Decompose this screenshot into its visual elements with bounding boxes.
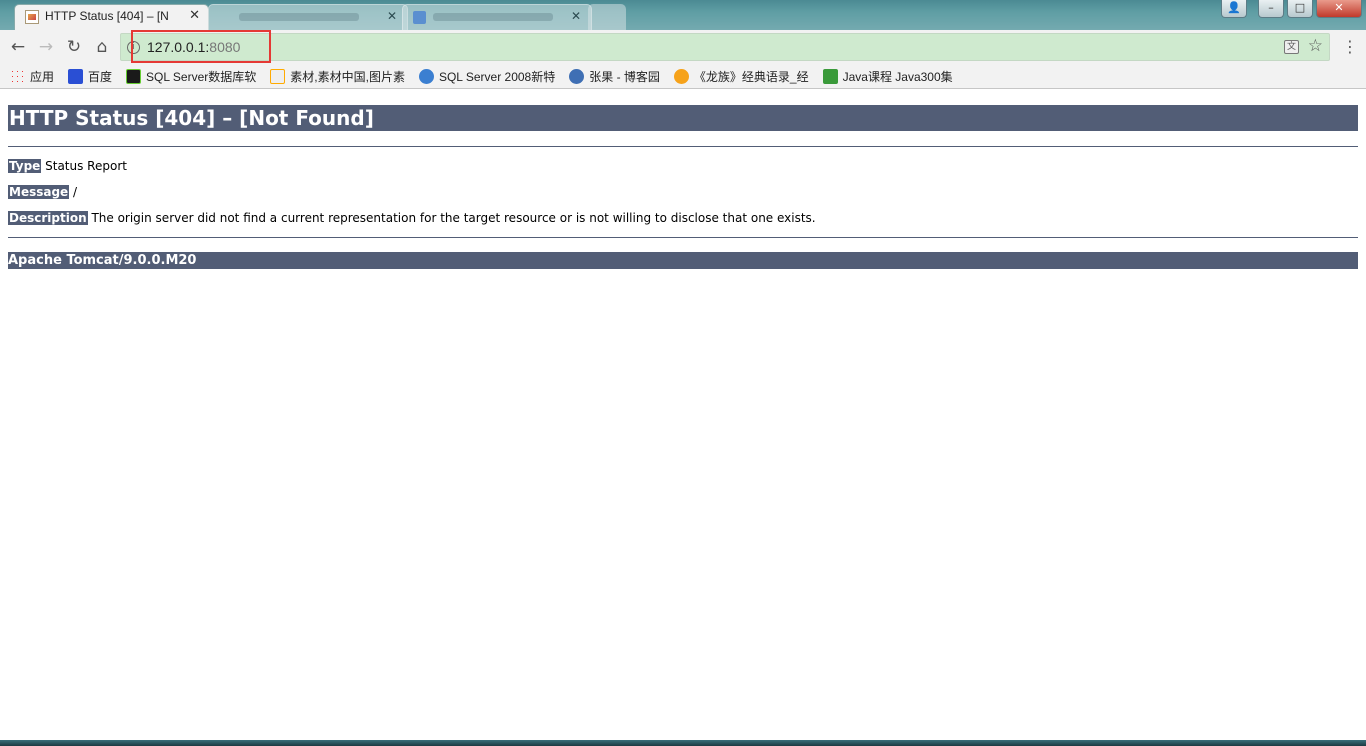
user-profile-icon[interactable]: 👤 bbox=[1221, 0, 1247, 18]
bookmark-longzu[interactable]: 《龙族》经典语录_经 bbox=[673, 65, 809, 87]
minimize-button[interactable]: – bbox=[1258, 0, 1284, 18]
tab-close-icon[interactable]: ✕ bbox=[189, 8, 200, 23]
longzu-icon bbox=[673, 68, 689, 84]
tab-background-2[interactable]: ✕ bbox=[402, 4, 592, 30]
annotation-highlight-box bbox=[131, 30, 271, 63]
title-bar: HTTP Status [404] – [N ✕ ✕ ✕ 👤 – □ ✕ bbox=[0, 0, 1366, 30]
back-arrow-icon[interactable]: ← bbox=[7, 36, 29, 58]
bookmark-sucai[interactable]: 素材,素材中国,图片素 bbox=[270, 65, 405, 87]
sucai-icon bbox=[270, 68, 286, 84]
bookmark-java[interactable]: Java课程 Java300集 bbox=[822, 65, 953, 87]
bookmark-apps[interactable]: 应用 bbox=[10, 65, 54, 87]
forward-arrow-icon[interactable]: → bbox=[35, 36, 57, 58]
browser-menu-icon[interactable]: ⋮ bbox=[1342, 37, 1358, 57]
cnblogs-icon bbox=[569, 68, 585, 84]
bookmarks-bar: 应用 百度 SQL Server数据库软 素材,素材中国,图片素 SQL Ser… bbox=[0, 64, 1366, 89]
bookmark-star-icon[interactable]: ☆ bbox=[1308, 36, 1323, 56]
description-label: Description bbox=[8, 211, 88, 225]
apps-icon bbox=[10, 68, 25, 84]
bookmark-label: Java课程 Java300集 bbox=[842, 69, 953, 84]
tab-close-icon[interactable]: ✕ bbox=[571, 9, 581, 23]
server-info: Apache Tomcat/9.0.0.M20 bbox=[8, 252, 1358, 269]
bookmark-sql-2008[interactable]: SQL Server 2008新特 bbox=[418, 65, 556, 87]
reload-icon[interactable]: ↻ bbox=[63, 36, 85, 58]
message-value: / bbox=[69, 185, 78, 199]
tab-close-icon[interactable]: ✕ bbox=[387, 9, 397, 23]
sql-2008-icon bbox=[418, 68, 434, 84]
page-title: HTTP Status [404] – [Not Found] bbox=[8, 105, 1358, 131]
os-taskbar bbox=[0, 740, 1366, 746]
tab-title: HTTP Status [404] – [N bbox=[45, 9, 169, 23]
type-label: Type bbox=[8, 159, 42, 173]
message-row: Message / bbox=[8, 185, 77, 199]
bookmark-label: 素材,素材中国,图片素 bbox=[290, 69, 405, 84]
tab-active[interactable]: HTTP Status [404] – [N ✕ bbox=[14, 4, 209, 30]
description-row: Description The origin server did not fi… bbox=[8, 211, 816, 225]
browser-toolbar: ← → ↻ ⌂ i 127.0.0.1:8080 文 ☆ ⋮ bbox=[0, 30, 1366, 64]
bookmark-sql-server[interactable]: SQL Server数据库软 bbox=[126, 65, 256, 87]
divider bbox=[8, 237, 1358, 238]
baidu-paw-icon bbox=[68, 68, 84, 84]
type-value: Status Report bbox=[41, 159, 127, 173]
bookmark-baidu[interactable]: 百度 bbox=[68, 65, 112, 87]
page-content: HTTP Status [404] – [Not Found] Type Sta… bbox=[0, 90, 1366, 740]
description-value: The origin server did not find a current… bbox=[87, 211, 816, 225]
bookmark-label: 《龙族》经典语录_经 bbox=[693, 69, 809, 84]
bookmark-label: SQL Server数据库软 bbox=[146, 69, 257, 84]
new-tab-button[interactable] bbox=[588, 4, 626, 30]
tab-blurred-title bbox=[239, 13, 359, 21]
message-label: Message bbox=[8, 185, 70, 199]
home-icon[interactable]: ⌂ bbox=[91, 36, 113, 58]
tab-background-1[interactable]: ✕ bbox=[208, 4, 408, 30]
divider bbox=[8, 146, 1358, 147]
maximize-button[interactable]: □ bbox=[1287, 0, 1313, 18]
tab-favicon-icon bbox=[413, 11, 426, 24]
tomcat-favicon-icon bbox=[25, 10, 39, 24]
close-window-button[interactable]: ✕ bbox=[1316, 0, 1362, 18]
tab-blurred-title bbox=[433, 13, 553, 21]
bookmark-cnblogs[interactable]: 张果 - 博客园 bbox=[569, 65, 660, 87]
window-controls: 👤 – □ ✕ bbox=[1221, 0, 1362, 20]
bookmark-label: 张果 - 博客园 bbox=[589, 69, 660, 84]
address-bar[interactable]: i 127.0.0.1:8080 文 ☆ bbox=[120, 30, 1330, 63]
bookmark-label: 百度 bbox=[88, 69, 113, 84]
java-course-icon bbox=[822, 68, 838, 84]
translate-icon[interactable]: 文 bbox=[1284, 40, 1299, 54]
type-row: Type Status Report bbox=[8, 159, 127, 173]
bookmark-label: 应用 bbox=[30, 69, 55, 84]
sql-server-icon bbox=[126, 68, 142, 84]
bookmark-label: SQL Server 2008新特 bbox=[438, 69, 556, 84]
